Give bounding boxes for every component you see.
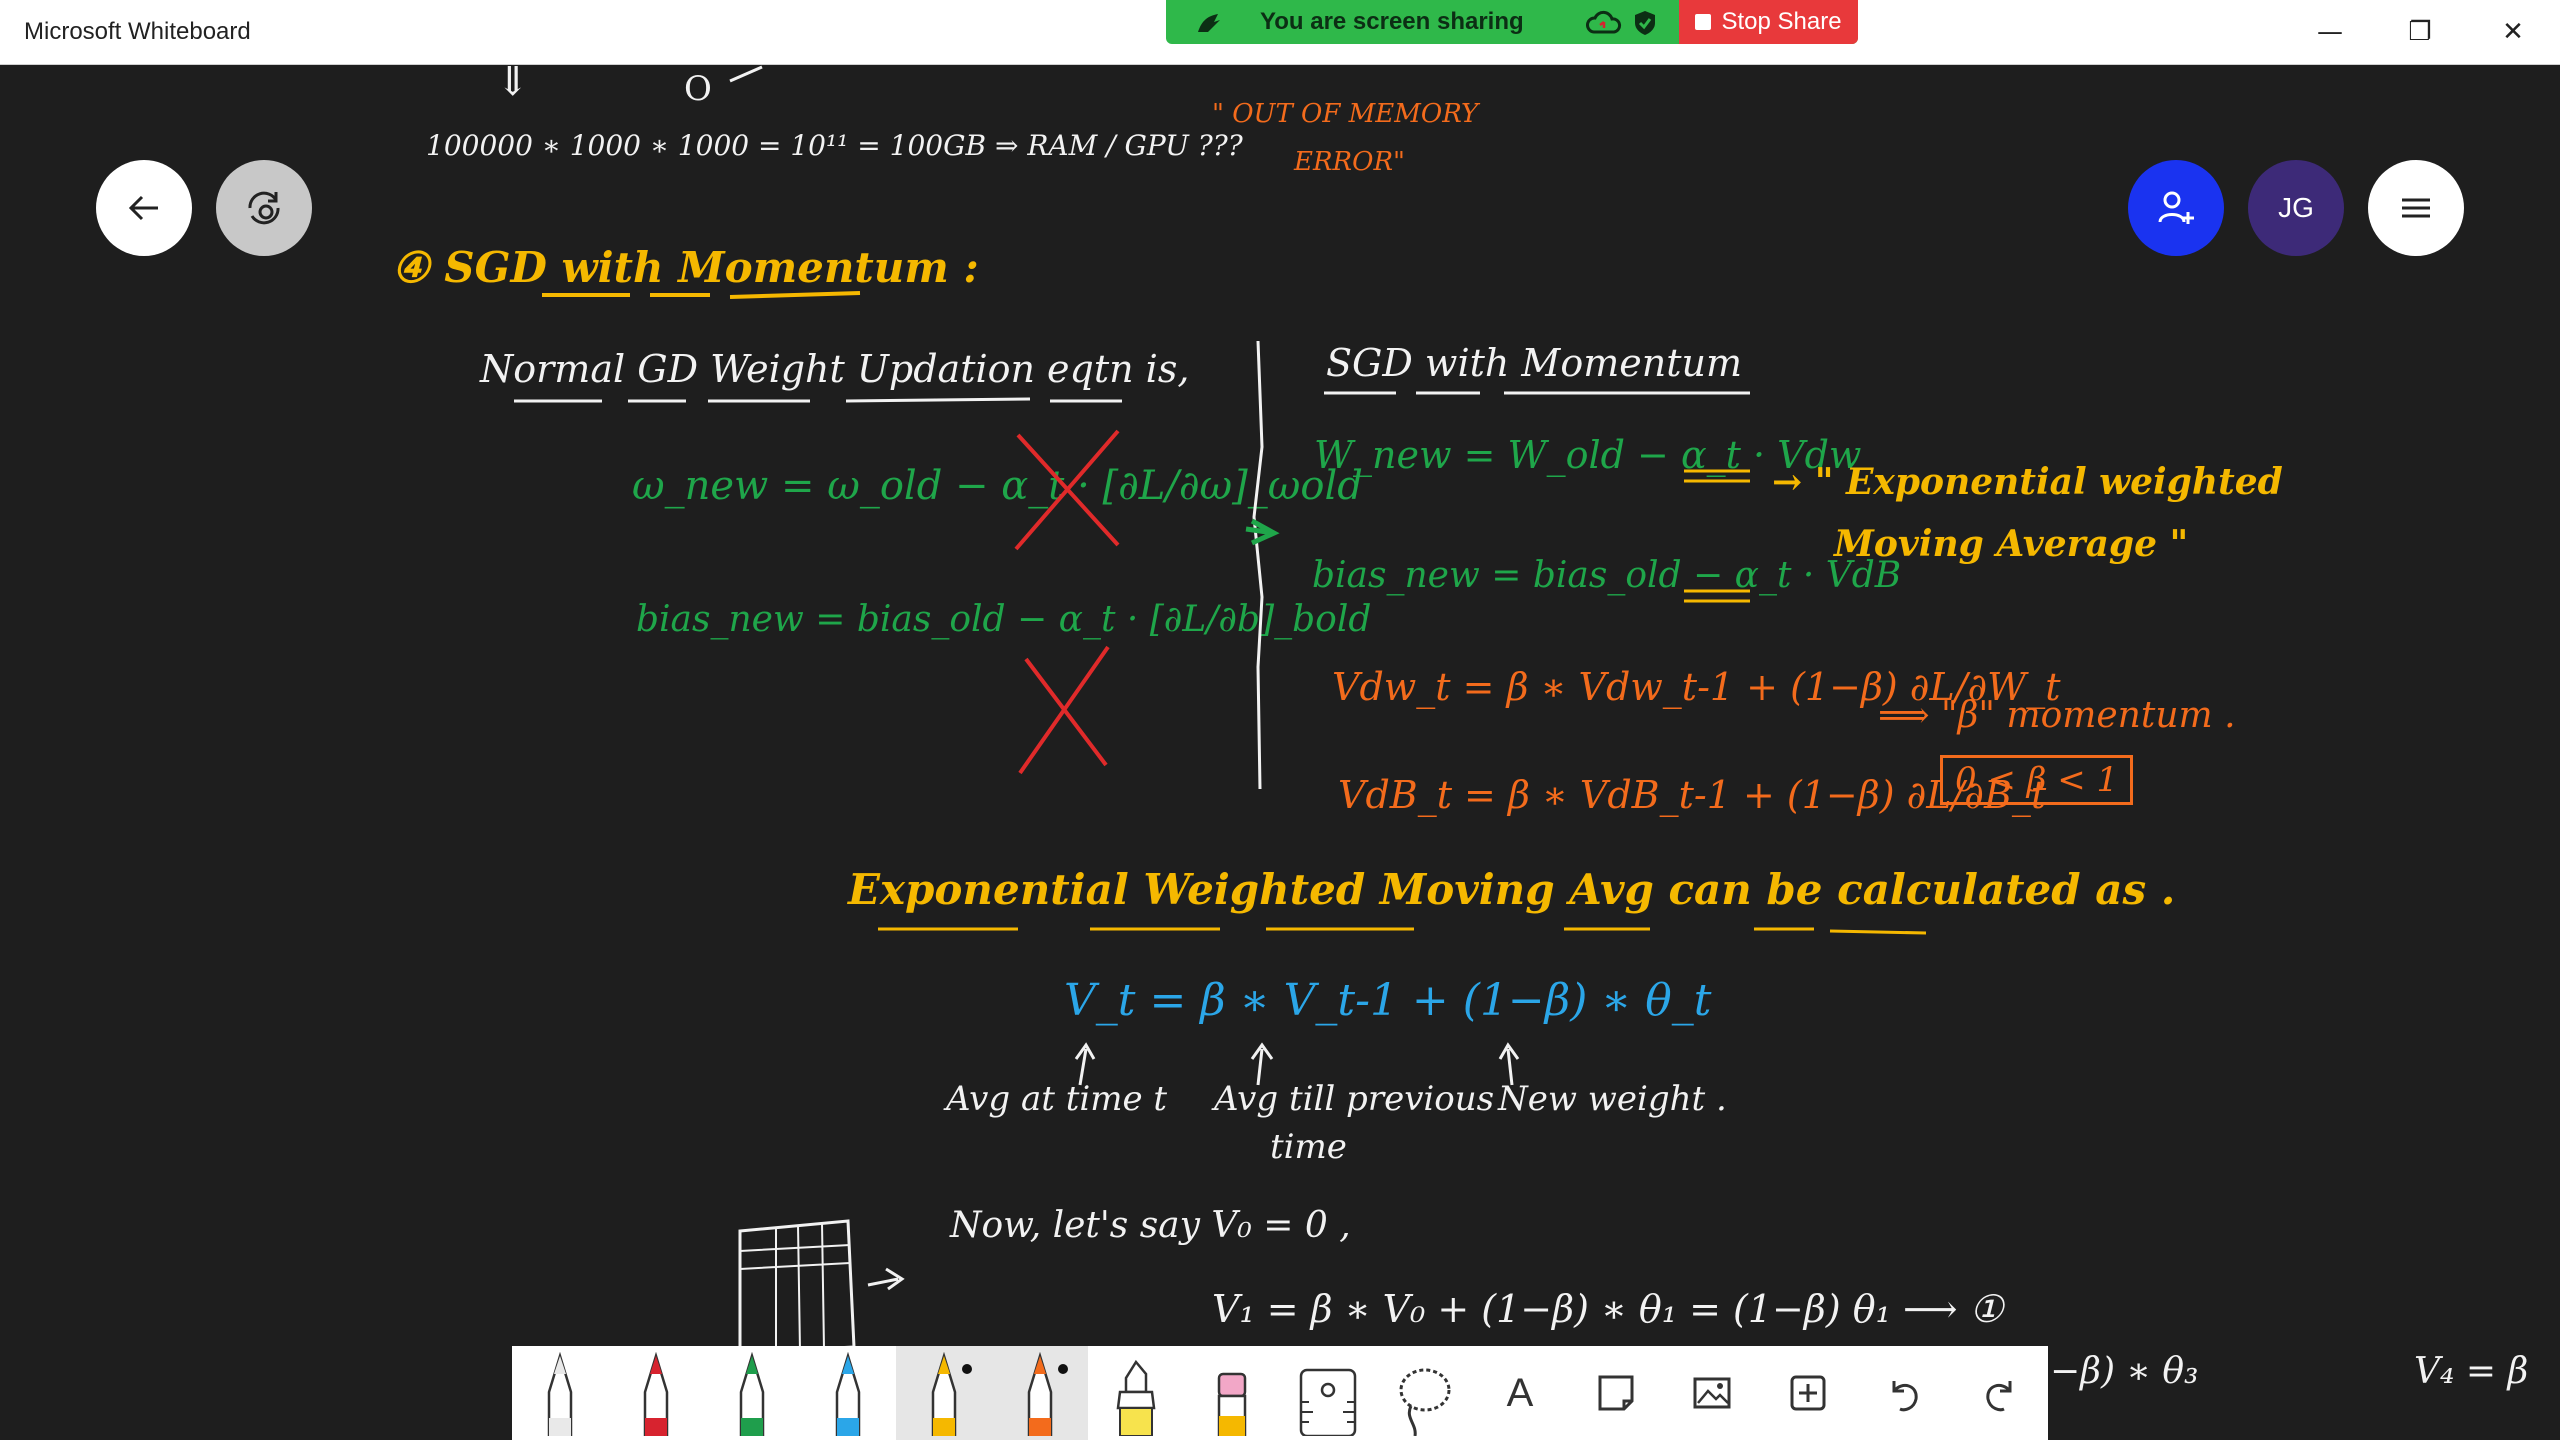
stop-share-button[interactable]: Stop Share <box>1679 0 1858 44</box>
add-icon <box>1760 1346 1856 1440</box>
tool-ruler-icon[interactable] <box>1280 1346 1376 1440</box>
tool-redo-icon[interactable] <box>1952 1346 2048 1440</box>
vdb-underline <box>1684 589 1750 603</box>
label-avg-previous-line1: Avg till previous <box>1214 1079 1495 1119</box>
pen-blue-icon <box>823 1351 873 1440</box>
tool-pen-yellow[interactable] <box>896 1346 992 1440</box>
sgd-momentum-heading: SGD with Momentum <box>1326 341 1742 385</box>
normal-gd-heading: Normal GD Weight Updation eqtn is, <box>480 347 1190 391</box>
invite-button[interactable] <box>2128 160 2224 256</box>
ruler-icon <box>1293 1352 1363 1440</box>
fit-view-icon <box>248 191 280 225</box>
vdw-underline <box>1684 469 1750 483</box>
label-new-weight: New weight . <box>1498 1079 1727 1119</box>
vdb-equation: VdB_t = β ∗ VdB_t-1 + (1−β) ∂L/∂B_t <box>1338 773 2047 817</box>
app-title: Microsoft Whiteboard <box>24 18 251 45</box>
menu-button[interactable] <box>2368 160 2464 256</box>
tool-image-icon[interactable] <box>1664 1346 1760 1440</box>
pen-white-icon <box>535 1351 585 1440</box>
tool-add-icon[interactable] <box>1760 1346 1856 1440</box>
bias-new-momentum-equation: bias_new = bias_old − α_t · VdB <box>1312 555 1902 596</box>
fit-view-button[interactable] <box>216 160 312 256</box>
tool-pen-orange[interactable] <box>992 1346 1088 1440</box>
ewma-note-line1: → " Exponential weighted <box>1772 461 2283 503</box>
label-avg-at-time: Avg at time t <box>946 1079 1168 1119</box>
eraser-icon <box>1207 1352 1257 1440</box>
down-arrow-ink: ⇓ <box>496 59 530 105</box>
close-button[interactable]: ✕ <box>2468 0 2558 64</box>
v1-equation: V₁ = β ∗ V₀ + (1−β) ∗ θ₁ = (1−β) θ₁ ⟶ ① <box>1212 1287 2004 1331</box>
hamburger-menu-icon <box>2402 198 2430 218</box>
ewma-note-line2: Moving Average " <box>1834 523 2189 565</box>
undo-icon <box>1856 1346 1952 1440</box>
close-icon: ✕ <box>2502 17 2524 47</box>
pen-green-icon <box>727 1351 777 1440</box>
text-icon: A <box>1506 1370 1534 1415</box>
add-person-icon <box>2158 191 2194 224</box>
oom-note-line2: ERROR" <box>1294 147 1405 177</box>
tool-options-dot <box>1058 1364 1068 1374</box>
section-title-underline <box>542 291 861 299</box>
normal-gd-underline <box>514 397 1122 403</box>
share-status-text: You are screen sharing <box>1260 8 1524 35</box>
back-button[interactable] <box>96 160 192 256</box>
ewma-title-underline <box>878 927 1927 935</box>
column-divider <box>1245 340 1280 790</box>
pen-red-icon <box>631 1351 681 1440</box>
tool-eraser[interactable] <box>1184 1346 1280 1440</box>
minimize-icon: — <box>2317 17 2343 47</box>
label-avg-previous-line2: time <box>1270 1127 1347 1167</box>
highlighter-icon <box>1106 1352 1166 1440</box>
lasso-icon <box>1389 1352 1459 1440</box>
pen-orange-icon <box>1015 1351 1065 1440</box>
oom-note-line1: " OUT OF MEMORY <box>1212 99 1479 129</box>
restore-button[interactable]: ❐ <box>2375 0 2465 64</box>
momentum-note: ⟹ "β" momentum . <box>1878 695 2236 736</box>
sgd-momentum-underline <box>1324 391 1750 395</box>
partial-equation-right-2: V₄ = β <box>2414 1351 2529 1392</box>
vt-equation: V_t = β ∗ V_t-1 + (1−β) ∗ θ_t <box>1064 975 1712 1026</box>
memory-calculation: 100000 ∗ 1000 ∗ 1000 = 10¹¹ = 100GB ⇒ RA… <box>426 129 1243 162</box>
cross-out-marks <box>1014 429 1120 775</box>
now-lets-say: Now, let's say V₀ = 0 , <box>950 1205 1351 1246</box>
tool-pen-red[interactable] <box>608 1346 704 1440</box>
stop-icon <box>1695 14 1712 30</box>
tool-text-icon[interactable]: A <box>1472 1346 1568 1440</box>
restore-icon: ❐ <box>2408 17 2432 47</box>
tool-pen-blue[interactable] <box>800 1346 896 1440</box>
slash-ink <box>729 65 763 83</box>
tool-lasso-icon[interactable] <box>1376 1346 1472 1440</box>
tool-options-dot <box>962 1364 972 1374</box>
tool-pen-white[interactable] <box>512 1346 608 1440</box>
redo-icon <box>1952 1346 2048 1440</box>
whiteboard-canvas[interactable]: ⇓ O 100000 ∗ 1000 ∗ 1000 = 10¹¹ = 100GB … <box>0 59 2560 1440</box>
screen-share-bar: You are screen sharing Stop Share <box>1166 0 1858 44</box>
ewma-title: Exponential Weighted Moving Avg can be c… <box>848 865 2176 914</box>
zero-ink: O <box>684 69 712 109</box>
pen-yellow-icon <box>919 1351 969 1440</box>
partial-equation-right-1: −β) ∗ θ₃ <box>2050 1351 2199 1392</box>
tool-undo-icon[interactable] <box>1856 1346 1952 1440</box>
ink-toolbar: A <box>512 1346 2048 1440</box>
tool-sticky-note-icon[interactable] <box>1568 1346 1664 1440</box>
arrow-left-icon <box>128 195 158 221</box>
section-title: ④ SGD with Momentum : <box>392 243 979 292</box>
stop-share-label: Stop Share <box>1721 8 1842 35</box>
image-icon <box>1664 1346 1760 1440</box>
shield-check-icon <box>1635 11 1655 35</box>
tool-pen-green[interactable] <box>704 1346 800 1440</box>
tool-highlighter[interactable] <box>1088 1346 1184 1440</box>
share-cloud-icon <box>1586 10 1621 34</box>
user-avatar[interactable]: JG <box>2248 160 2344 256</box>
share-handle-icon[interactable] <box>1194 10 1224 36</box>
sticky-note-icon <box>1568 1346 1664 1440</box>
minimize-button[interactable]: — <box>2285 0 2375 64</box>
